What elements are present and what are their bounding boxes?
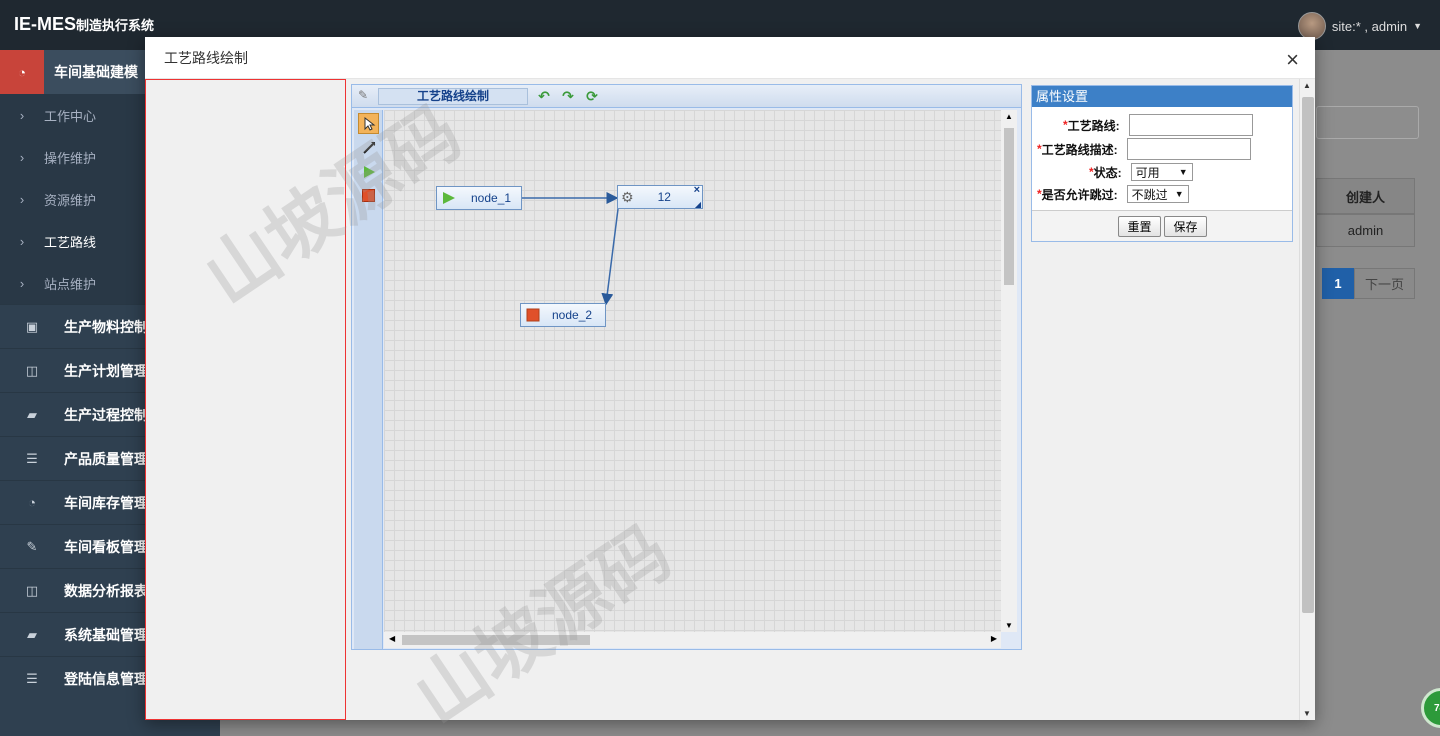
stop-icon [526,308,540,322]
table-header-creator: 创建人 [1316,178,1415,214]
scroll-left-icon[interactable]: ◀ [389,634,395,643]
refresh-icon[interactable]: ⟳ [584,88,600,104]
caret-down-icon: ▼ [1413,21,1422,31]
dashboard-icon: ◔ [0,50,44,94]
design-canvas[interactable]: node_1 ⚙ 12 × ◢ node_2 ▲ ▼ [384,110,1017,632]
chevron-right-icon: › [19,191,25,207]
chevron-right-icon: › [19,149,25,165]
chevron-right-icon: › [19,233,25,249]
chevron-right-icon: › [19,107,25,123]
play-icon [443,192,455,204]
left-panel [145,79,346,720]
list-icon: ☰ [26,450,38,466]
book-icon: ▰ [27,626,37,642]
end-node[interactable]: node_2 [520,303,606,327]
end-node-tool-icon[interactable] [358,185,379,206]
chevron-down-icon: ▼ [1174,189,1184,199]
edit-icon: ✎ [26,538,38,554]
canvas-horizontal-scrollbar[interactable]: ◀ ▶ [384,632,1001,648]
flow-designer: ✎ 工艺路线绘制 ↶ ↷ ⟳ node_1 ⚙ 12 × ◢ node_2 ▲ … [351,84,1022,650]
scroll-down-icon[interactable]: ▼ [1303,709,1311,718]
gear-icon: ⚙ [621,188,634,205]
background-search-input[interactable] [1316,106,1419,139]
cube-icon: ▣ [25,318,39,334]
route-input[interactable] [1128,114,1253,136]
scroll-thumb[interactable] [402,635,590,645]
save-button[interactable]: 保存 [1164,216,1207,237]
canvas-vertical-scrollbar[interactable]: ▲ ▼ [1001,110,1017,632]
scroll-thumb[interactable] [1004,128,1014,285]
book-icon: ▰ [27,406,37,422]
app-logo: IE-MES制造执行系统 [14,14,155,34]
scroll-up-icon[interactable]: ▲ [1005,112,1013,121]
select-tool-icon[interactable] [358,113,379,134]
user-label: site:* , admin [1331,18,1408,34]
redo-icon[interactable]: ↷ [560,88,576,104]
chevron-right-icon: › [19,275,25,291]
connector-tool-icon[interactable] [358,137,379,158]
pagination-current[interactable]: 1 [1322,268,1354,299]
avatar [1297,12,1326,40]
start-node[interactable]: node_1 [436,186,522,210]
undo-icon[interactable]: ↶ [536,88,552,104]
properties-title: 属性设置 [1032,86,1292,107]
task-node[interactable]: ⚙ 12 × ◢ [617,184,703,209]
skip-row: * 是否允许跳过: 不跳过 ▼ [1037,185,1189,203]
dashboard-icon: ◔ [28,495,36,510]
properties-footer: 重置 保存 [1032,210,1292,241]
modal-title: 工艺路线绘制 [164,49,248,66]
route-row: * 工艺路线: [1063,114,1253,136]
resize-handle-icon[interactable]: ◢ [695,200,701,209]
status-row: * 状态: 可用 ▼ [1089,163,1193,181]
route-designer-modal: 工艺路线绘制 × ✎ 工艺路线绘制 ↶ ↷ ⟳ node_1 ⚙ 12 × ◢ … [145,37,1315,736]
scroll-right-icon[interactable]: ▶ [991,634,997,643]
columns-icon: ◫ [25,582,39,598]
modal-body: ✎ 工艺路线绘制 ↶ ↷ ⟳ node_1 ⚙ 12 × ◢ node_2 ▲ … [145,79,1315,720]
edge-task-node2[interactable] [601,208,619,306]
modal-vertical-scrollbar[interactable]: ▲ ▼ [1299,79,1315,720]
status-select[interactable]: 可用 ▼ [1130,163,1193,181]
list-icon: ☰ [26,670,38,686]
pencil-icon: ✎ [358,88,369,102]
designer-title: 工艺路线绘制 [378,88,528,105]
user-menu[interactable]: site:* , admin ▼ [1297,12,1422,40]
designer-tool-palette [354,110,383,649]
chevron-down-icon: ▼ [1178,167,1188,177]
scroll-thumb[interactable] [1302,97,1314,613]
properties-panel: 属性设置 * 工艺路线: * 工艺路线描述: * 状态: 可用 ▼ * 是否允许跳过: [1031,85,1293,242]
modal-header: 工艺路线绘制 [145,37,1315,79]
close-icon[interactable]: × [1286,47,1299,73]
reset-button[interactable]: 重置 [1118,216,1161,237]
table-cell-creator: admin [1316,214,1415,247]
columns-icon: ◫ [25,362,39,378]
pagination-next[interactable]: 下一页 [1354,268,1415,299]
route-desc-row: * 工艺路线描述: [1037,138,1251,160]
scroll-down-icon[interactable]: ▼ [1005,621,1013,630]
designer-toolbar: ✎ 工艺路线绘制 ↶ ↷ ⟳ [352,85,1021,108]
scroll-up-icon[interactable]: ▲ [1303,81,1311,90]
route-desc-input[interactable] [1126,138,1251,160]
node-close-icon[interactable]: × [694,184,700,196]
start-node-tool-icon[interactable] [358,161,379,182]
skip-select[interactable]: 不跳过 ▼ [1126,185,1189,203]
